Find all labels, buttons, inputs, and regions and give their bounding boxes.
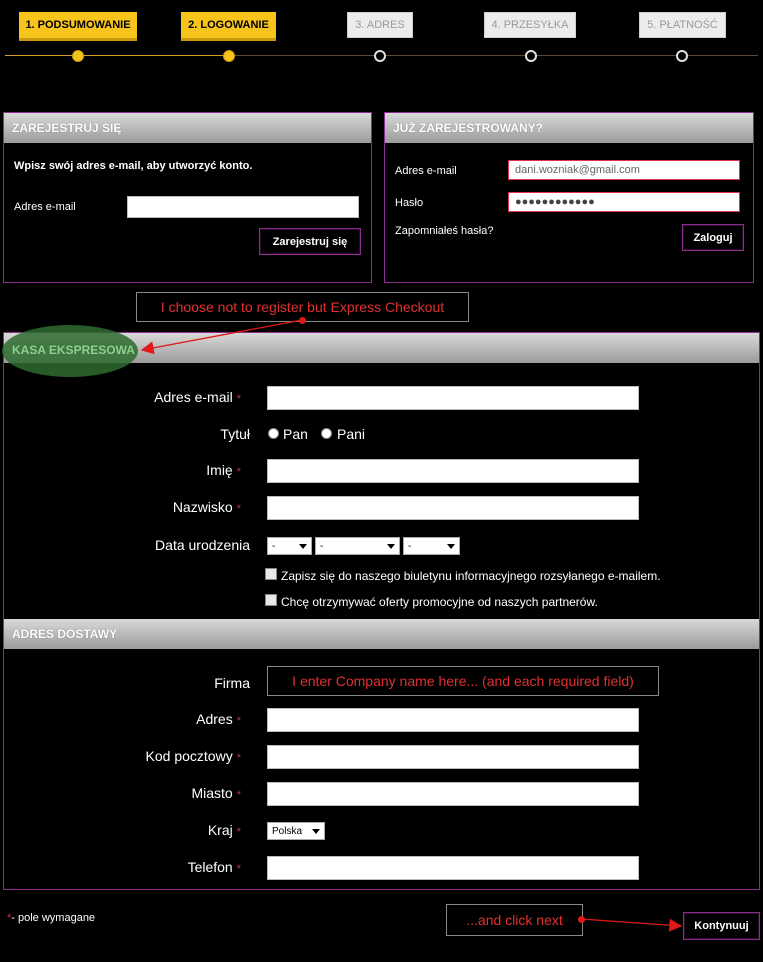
annotation-dot-2 (578, 916, 585, 923)
annotation-arrows (140, 319, 683, 932)
annotation-dot-1 (299, 317, 306, 324)
